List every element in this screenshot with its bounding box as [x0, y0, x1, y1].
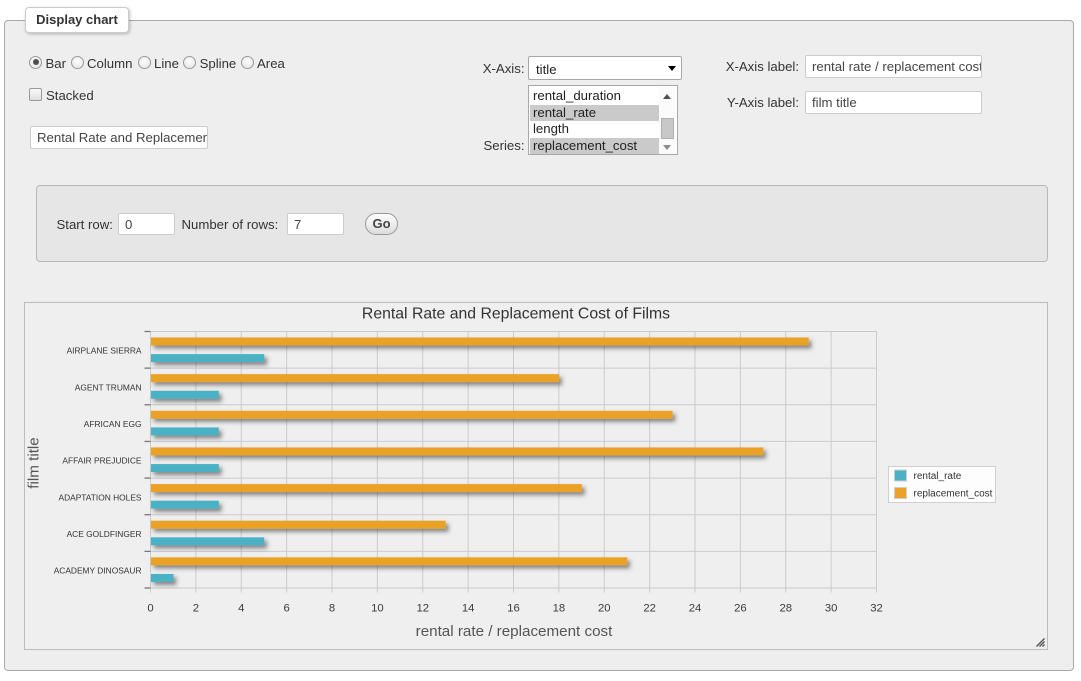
svg-text:AFRICAN EGG: AFRICAN EGG	[84, 419, 142, 429]
svg-text:10: 10	[371, 603, 384, 615]
svg-text:20: 20	[598, 603, 611, 615]
svg-text:22: 22	[643, 603, 656, 615]
svg-text:Rental Rate and Replacement Co: Rental Rate and Replacement Cost of Film…	[362, 305, 670, 322]
svg-text:12: 12	[416, 603, 429, 615]
svg-text:ACE GOLDFINGER: ACE GOLDFINGER	[67, 529, 142, 539]
svg-text:ACADEMY DINOSAUR: ACADEMY DINOSAUR	[54, 566, 142, 576]
svg-text:26: 26	[734, 603, 747, 615]
svg-text:rental rate / replacement cost: rental rate / replacement cost	[416, 623, 613, 640]
svg-text:24: 24	[689, 603, 702, 615]
svg-text:30: 30	[825, 603, 838, 615]
svg-text:0: 0	[147, 603, 153, 615]
svg-text:8: 8	[329, 603, 335, 615]
svg-text:14: 14	[462, 603, 475, 615]
svg-text:replacement_cost: replacement_cost	[914, 489, 993, 500]
svg-text:2: 2	[193, 603, 199, 615]
svg-text:32: 32	[870, 603, 883, 615]
svg-text:rental_rate: rental_rate	[914, 471, 962, 482]
svg-text:4: 4	[238, 603, 244, 615]
svg-text:18: 18	[553, 603, 566, 615]
svg-text:AFFAIR PREJUDICE: AFFAIR PREJUDICE	[62, 456, 142, 466]
svg-text:ADAPTATION HOLES: ADAPTATION HOLES	[59, 492, 142, 502]
svg-text:AIRPLANE SIERRA: AIRPLANE SIERRA	[67, 346, 142, 356]
svg-text:6: 6	[283, 603, 289, 615]
svg-text:16: 16	[507, 603, 520, 615]
svg-text:AGENT TRUMAN: AGENT TRUMAN	[75, 382, 142, 392]
svg-text:film title: film title	[26, 437, 43, 488]
svg-text:28: 28	[779, 603, 792, 615]
